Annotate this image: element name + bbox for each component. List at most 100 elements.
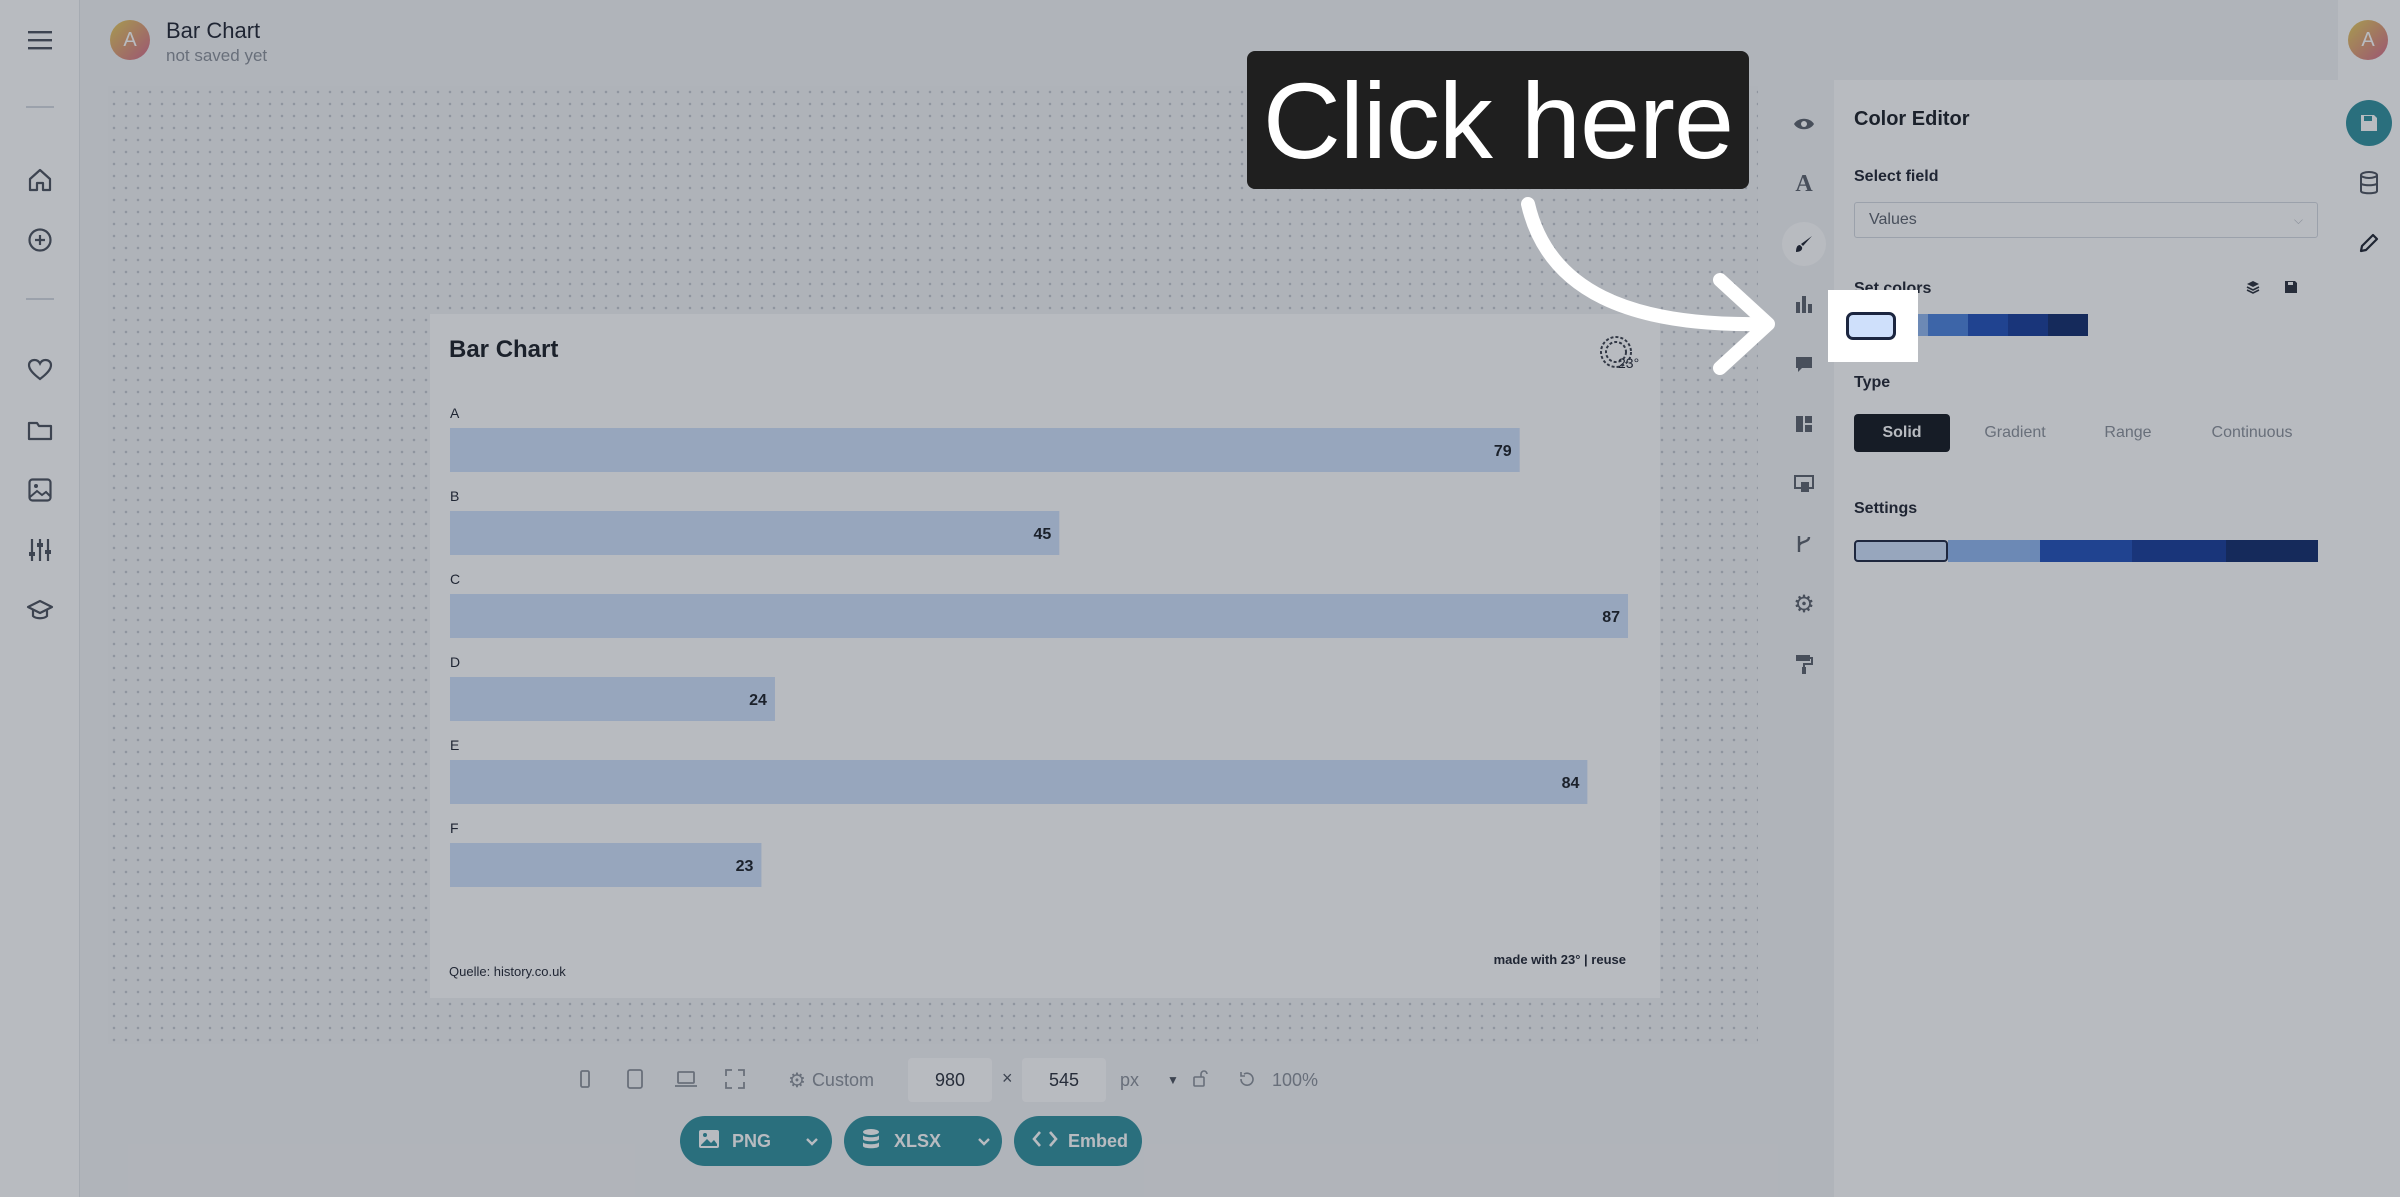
scale-color-step[interactable] xyxy=(2226,540,2318,562)
bar-value-label: 45 xyxy=(1034,526,1052,543)
paint-roller-icon[interactable] xyxy=(1788,648,1820,680)
spotlight-first-color-swatch[interactable] xyxy=(1828,290,1918,362)
learn-icon[interactable] xyxy=(24,594,56,626)
favorites-icon[interactable] xyxy=(24,354,56,386)
chevron-down-icon[interactable] xyxy=(805,1131,819,1152)
tutorial-callout: Click here xyxy=(1247,51,1749,189)
width-input[interactable]: 980 xyxy=(908,1058,992,1102)
left-navigation-rail xyxy=(0,0,80,1197)
type-label: Type xyxy=(1854,374,1891,391)
add-icon[interactable] xyxy=(24,224,56,256)
select-field-dropdown[interactable]: Values ⌵ xyxy=(1854,202,2318,238)
preview-eye-icon[interactable] xyxy=(1788,108,1820,140)
scale-color-step[interactable] xyxy=(2132,540,2226,562)
export-xlsx-label: XLSX xyxy=(894,1130,942,1151)
scale-color-step[interactable] xyxy=(1854,540,1948,562)
stack-icon[interactable] xyxy=(2246,280,2260,299)
settings-sliders-icon[interactable] xyxy=(24,534,56,566)
user-avatar[interactable]: A xyxy=(110,20,150,60)
zoom-level: 100% xyxy=(1272,1069,1319,1090)
image-icon[interactable] xyxy=(24,474,56,506)
callout-arrow-icon xyxy=(1521,197,1775,375)
save-palette-icon[interactable] xyxy=(2284,280,2298,299)
reset-zoom-icon[interactable] xyxy=(1238,1070,1256,1093)
select-field-value: Values xyxy=(1869,211,1917,228)
category-label: F xyxy=(450,820,459,836)
unit-select[interactable]: px ▼ xyxy=(1120,1062,1179,1098)
scale-color-step[interactable] xyxy=(2040,540,2132,562)
type-gradient-button[interactable]: Gradient xyxy=(1960,414,2070,452)
image-icon xyxy=(698,1129,720,1154)
bar-value-label: 84 xyxy=(1562,775,1580,792)
annotation-icon[interactable] xyxy=(1788,468,1820,500)
edit-pencil-icon[interactable] xyxy=(2346,220,2392,266)
bar-chart-plot: A 79 B 45 C 87 D 24 E 84 F 23 xyxy=(450,405,1628,887)
caret-down-icon: ▼ xyxy=(1167,1073,1179,1087)
editor-canvas: Bar Chart 23° A 79 B 45 C 87 D 24 E 84 F 23 Quelle:… xyxy=(108,86,1758,1044)
database-icon xyxy=(862,1128,880,1155)
color-swatch[interactable] xyxy=(2008,314,2048,336)
bar-value-label: 87 xyxy=(1602,609,1620,626)
chart-credit[interactable]: made with 23° | reuse xyxy=(1494,952,1626,967)
collaborator-avatar[interactable]: A xyxy=(2348,20,2388,60)
chevron-down-icon[interactable] xyxy=(977,1131,991,1152)
device-mobile-icon[interactable] xyxy=(578,1068,592,1095)
lock-ratio-icon[interactable] xyxy=(1192,1070,1210,1093)
export-png-button[interactable]: PNG xyxy=(680,1116,832,1166)
category-label: A xyxy=(450,405,460,421)
device-tablet-icon[interactable] xyxy=(626,1068,644,1095)
fullscreen-icon[interactable] xyxy=(724,1068,746,1095)
device-laptop-icon[interactable] xyxy=(674,1068,698,1095)
code-icon xyxy=(1032,1130,1058,1153)
settings-label: Settings xyxy=(1854,500,1918,517)
gear-icon: ⚙ xyxy=(788,1069,806,1092)
chart-source-note: Quelle: history.co.uk xyxy=(449,964,566,979)
scale-color-step[interactable] xyxy=(1948,540,2040,562)
bar[interactable] xyxy=(450,594,1628,638)
home-icon[interactable] xyxy=(24,164,56,196)
export-xlsx-button[interactable]: XLSX xyxy=(844,1116,1002,1166)
export-png-label: PNG xyxy=(732,1130,772,1151)
bar[interactable] xyxy=(450,760,1588,804)
save-icon[interactable] xyxy=(2346,100,2392,146)
category-label: C xyxy=(450,571,460,587)
size-preset-label: Custom xyxy=(811,1069,874,1090)
menu-icon[interactable] xyxy=(24,24,56,56)
unit-label: px xyxy=(1120,1069,1140,1090)
panel-title: Color Editor xyxy=(1854,108,1970,130)
right-rail: A xyxy=(2338,0,2400,1197)
category-label: E xyxy=(450,737,459,753)
type-range-button[interactable]: Range xyxy=(2080,414,2176,452)
chart-card[interactable]: Bar Chart 23° A 79 B 45 C 87 D 24 E 84 F 23 Quelle:… xyxy=(430,314,1660,998)
nav-divider xyxy=(26,298,54,300)
embed-button[interactable]: Embed xyxy=(1014,1116,1142,1166)
save-status: not saved yet xyxy=(166,46,268,65)
nav-divider xyxy=(26,106,54,108)
color-editor-panel: Color Editor Select field Values ⌵ Set c… xyxy=(1834,80,2338,1197)
type-continuous-button[interactable]: Continuous xyxy=(2186,414,2318,452)
data-icon[interactable] xyxy=(2346,160,2392,206)
bar[interactable] xyxy=(450,677,775,721)
bar-value-label: 23 xyxy=(736,858,754,875)
bar[interactable] xyxy=(450,511,1060,555)
document-title[interactable]: Bar Chart xyxy=(166,18,260,44)
category-label: D xyxy=(450,654,460,670)
bar-value-label: 24 xyxy=(749,692,767,709)
branch-icon[interactable] xyxy=(1788,528,1820,560)
color-swatch[interactable] xyxy=(2048,314,2088,336)
first-color-swatch[interactable] xyxy=(1846,312,1896,340)
height-input[interactable]: 545 xyxy=(1022,1058,1106,1102)
times-sign: × xyxy=(1002,1068,1013,1088)
color-swatch[interactable] xyxy=(1968,314,2008,336)
settings-gear-icon[interactable]: ⚙ xyxy=(1788,588,1820,620)
layout-icon[interactable] xyxy=(1788,408,1820,440)
bar-value-label: 79 xyxy=(1494,443,1512,460)
bar[interactable] xyxy=(450,428,1520,472)
bar[interactable] xyxy=(450,843,762,887)
category-label: B xyxy=(450,488,459,504)
color-swatch[interactable] xyxy=(1928,314,1968,336)
size-preset[interactable]: ⚙ Custom xyxy=(788,1062,874,1098)
folder-icon[interactable] xyxy=(24,414,56,446)
select-field-label: Select field xyxy=(1854,168,1939,185)
type-solid-button[interactable]: Solid xyxy=(1854,414,1950,452)
